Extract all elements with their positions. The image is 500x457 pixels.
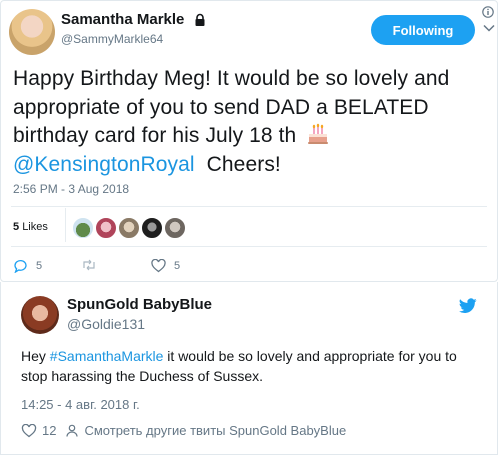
reply-text: Hey #SamanthaMarkle it would be so lovel… — [21, 346, 486, 386]
more-tweets-link[interactable]: Смотреть другие твиты SpunGold BabyBlue — [84, 423, 346, 438]
avatar[interactable] — [9, 9, 55, 55]
reply-icon — [13, 259, 29, 273]
reply-handle[interactable]: @Goldie131 — [67, 316, 145, 332]
reply-text-prefix: Hey — [21, 348, 50, 364]
reply-like-count: 12 — [42, 423, 57, 438]
lock-icon — [193, 13, 207, 27]
divider — [65, 208, 66, 242]
user-icon — [66, 424, 79, 437]
likes-label: Likes — [22, 221, 48, 233]
heart-icon — [151, 259, 166, 273]
reply-actions: 12 Смотреть другие твиты SpunGold BabyBl… — [21, 423, 346, 438]
reply-display-name[interactable]: SpunGold BabyBlue — [67, 296, 212, 313]
hashtag-link[interactable]: #SamanthaMarkle — [50, 348, 164, 364]
mention-link[interactable]: @KensingtonRoyal — [13, 153, 195, 176]
reply-timestamp[interactable]: 14:25 - 4 авг. 2018 г. — [21, 397, 140, 412]
tweet-timestamp[interactable]: 2:56 PM - 3 Aug 2018 — [13, 182, 129, 196]
likes-count: 5 — [13, 221, 20, 233]
like-action[interactable]: 5 — [151, 259, 180, 273]
tweet-text-closing: Cheers! — [206, 152, 281, 176]
reply-action[interactable]: 5 — [13, 259, 42, 273]
reply-avatar[interactable] — [21, 296, 59, 334]
birthday-cake-icon — [306, 123, 330, 145]
chevron-down-icon[interactable] — [483, 24, 495, 32]
original-tweet-card: Samantha Markle @SammyMarkle64 Following… — [0, 0, 498, 282]
heart-icon[interactable] — [21, 423, 37, 438]
liker-avatar[interactable] — [141, 217, 163, 239]
info-icon[interactable] — [482, 6, 494, 18]
divider — [11, 246, 487, 247]
display-name[interactable]: Samantha Markle — [61, 11, 184, 28]
liker-avatar[interactable] — [118, 217, 140, 239]
retweet-icon — [81, 259, 97, 271]
reply-count: 5 — [36, 260, 43, 272]
liker-avatar[interactable] — [164, 217, 186, 239]
retweet-action[interactable] — [81, 259, 97, 271]
twitter-bird-icon[interactable] — [459, 298, 477, 314]
like-count: 5 — [174, 260, 181, 272]
tweet-text: Happy Birthday Meg! It would be so lovel… — [13, 65, 489, 179]
likes-summary[interactable]: 5 Likes — [13, 221, 48, 233]
following-button[interactable]: Following — [371, 15, 475, 45]
tweet-text-body: Happy Birthday Meg! It would be so lovel… — [13, 67, 450, 147]
liker-avatar[interactable] — [72, 217, 94, 239]
divider — [11, 206, 487, 207]
liker-avatar[interactable] — [95, 217, 117, 239]
handle[interactable]: @SammyMarkle64 — [61, 32, 163, 46]
